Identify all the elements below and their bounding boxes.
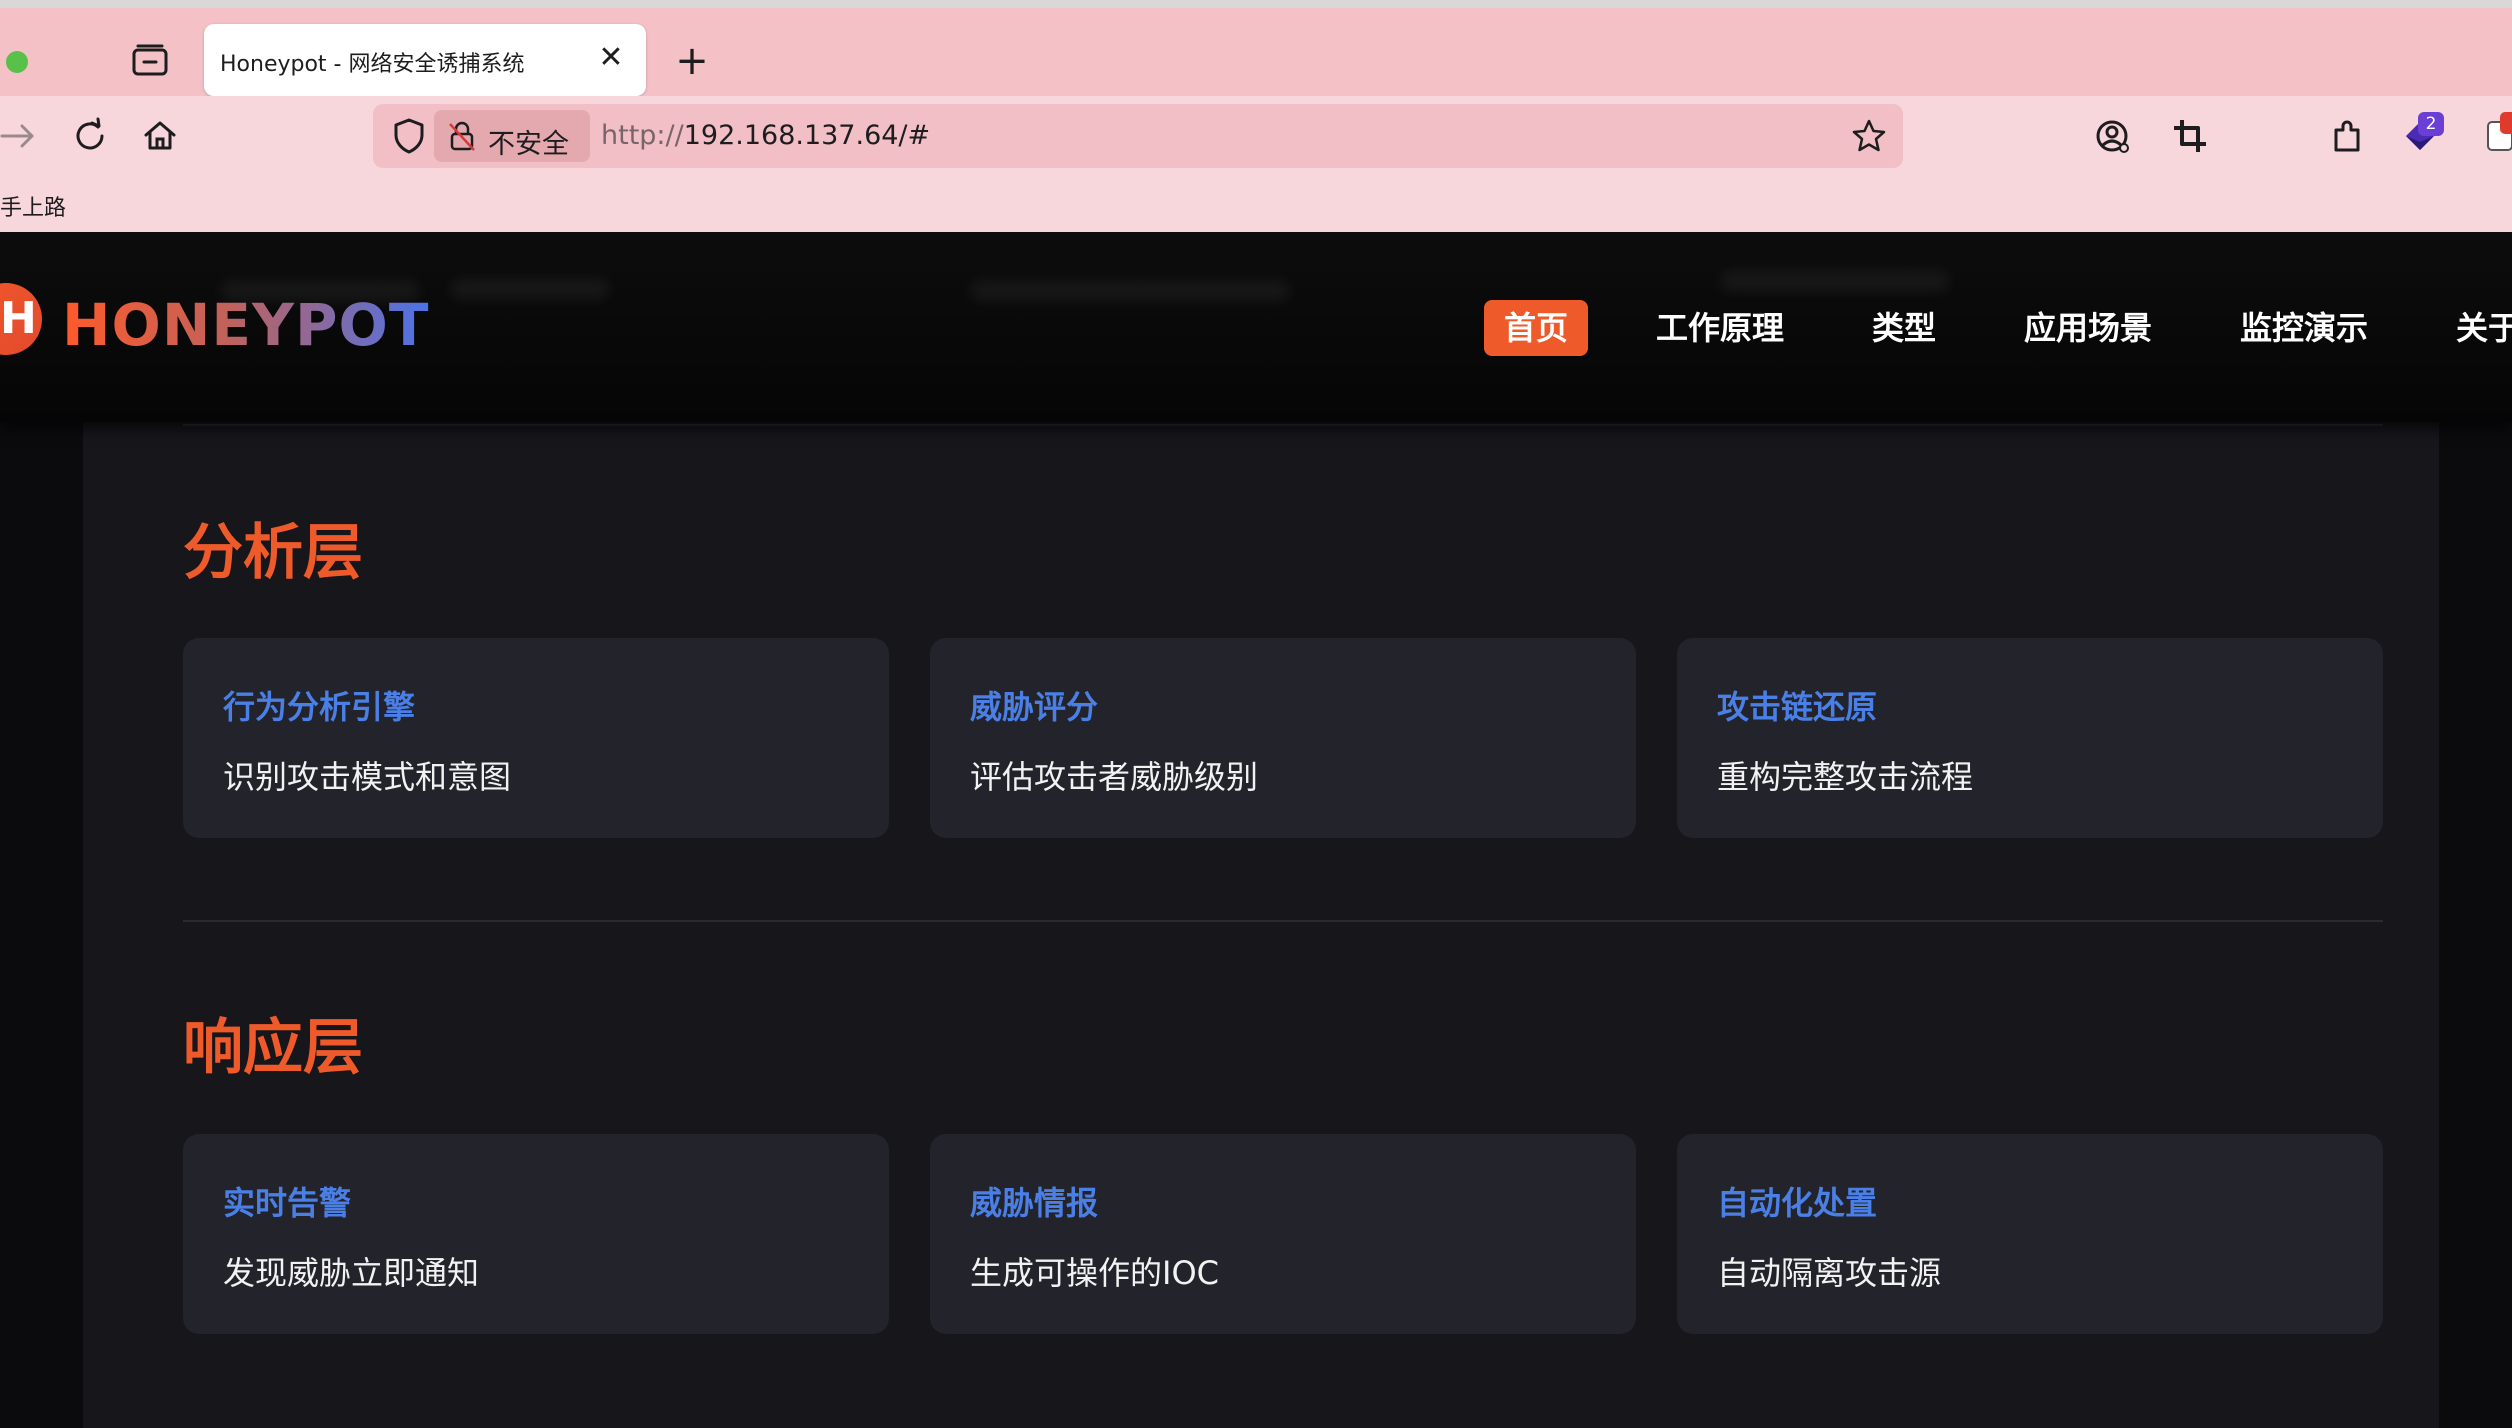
browser-tab-active[interactable]: Honeypot - 网络安全诱捕系统 ✕ xyxy=(204,24,646,96)
card-title: 攻击链还原 xyxy=(1717,688,1878,726)
tracking-protection-shield-icon[interactable] xyxy=(389,116,429,156)
bookmark-star-icon[interactable] xyxy=(1849,116,1889,156)
bookmark-item[interactable]: 手上路 xyxy=(0,190,66,222)
tab-strip: Honeypot - 网络安全诱捕系统 ✕ + xyxy=(0,8,2512,96)
layer-card: 威胁评分 评估攻击者威胁级别 xyxy=(930,638,1636,838)
layer-card: 行为分析引擎 识别攻击模式和意图 xyxy=(183,638,889,838)
layer-card: 实时告警 发现威胁立即通知 xyxy=(183,1134,889,1334)
url-text[interactable]: http://192.168.137.64/# xyxy=(601,120,930,151)
card-title: 实时告警 xyxy=(223,1184,352,1222)
layer-card: 威胁情报 生成可操作的IOC xyxy=(930,1134,1636,1334)
section-divider xyxy=(183,920,2383,922)
site-header: H HONEYPOT 首页 工作原理 类型 应用场景 监控演示 关于 xyxy=(0,232,2512,422)
card-description: 自动隔离攻击源 xyxy=(1717,1254,1942,1292)
extensions-puzzle-icon[interactable] xyxy=(2326,114,2370,158)
nav-item-types[interactable]: 类型 xyxy=(1872,300,1936,356)
tab-overview-icon[interactable] xyxy=(130,44,170,78)
insecure-label: 不安全 xyxy=(488,129,569,160)
extension-badge-count: 2 xyxy=(2418,112,2444,136)
window-zoom-button[interactable] xyxy=(6,51,28,73)
address-bar[interactable]: 不安全 http://192.168.137.64/# xyxy=(373,104,1903,168)
layer-title-response: 响应层 xyxy=(183,1013,363,1083)
nav-item-home[interactable]: 首页 xyxy=(1484,300,1589,356)
architecture-panel: 分析层 行为分析引擎 识别攻击模式和意图 威胁评分 评估攻击者威胁级别 攻击链还… xyxy=(83,422,2439,1428)
page-viewport: H HONEYPOT 首页 工作原理 类型 应用场景 监控演示 关于 分析层 行… xyxy=(0,232,2512,1428)
layer-card: 自动化处置 自动隔离攻击源 xyxy=(1677,1134,2383,1334)
browser-chrome: Honeypot - 网络安全诱捕系统 ✕ + 不安全 http://192.1… xyxy=(0,0,2512,232)
new-tab-button[interactable]: + xyxy=(672,36,712,86)
nav-item-about[interactable]: 关于 xyxy=(2456,300,2512,356)
forward-arrow-icon[interactable] xyxy=(0,114,44,158)
broken-lock-icon xyxy=(449,121,475,151)
crop-screenshot-icon[interactable] xyxy=(2168,114,2212,158)
card-title: 威胁情报 xyxy=(970,1184,1099,1222)
extension-badge-red xyxy=(2500,112,2512,134)
card-description: 发现威胁立即通知 xyxy=(223,1254,480,1292)
url-host: 192.168.137.64/# xyxy=(683,120,931,151)
card-title: 威胁评分 xyxy=(970,688,1099,726)
nav-item-use-cases[interactable]: 应用场景 xyxy=(2024,300,2152,356)
nav-item-monitoring-demo[interactable]: 监控演示 xyxy=(2240,300,2368,356)
blurred-header-content xyxy=(1720,270,1950,292)
main-nav: 首页 工作原理 类型 应用场景 监控演示 关于 xyxy=(0,300,2512,360)
layer-card: 攻击链还原 重构完整攻击流程 xyxy=(1677,638,2383,838)
nav-item-how-it-works[interactable]: 工作原理 xyxy=(1656,300,1784,356)
bookmarks-bar: 手上路 xyxy=(0,176,2512,232)
home-icon[interactable] xyxy=(138,114,182,158)
blurred-header-content xyxy=(450,278,610,300)
card-description: 重构完整攻击流程 xyxy=(1717,758,1974,796)
close-tab-icon[interactable]: ✕ xyxy=(594,38,628,78)
card-description: 生成可操作的IOC xyxy=(970,1254,1219,1292)
window-top-edge xyxy=(0,0,2512,8)
connection-insecure-indicator[interactable]: 不安全 xyxy=(434,110,590,162)
blurred-header-content xyxy=(970,280,1290,302)
card-description: 识别攻击模式和意图 xyxy=(223,758,512,796)
card-title: 行为分析引擎 xyxy=(223,688,416,726)
tab-title: Honeypot - 网络安全诱捕系统 xyxy=(220,52,525,77)
section-divider xyxy=(183,424,2383,426)
url-protocol: http:// xyxy=(601,120,684,151)
card-description: 评估攻击者威胁级别 xyxy=(970,758,1259,796)
card-title: 自动化处置 xyxy=(1717,1184,1878,1222)
layer-title-analysis: 分析层 xyxy=(183,518,363,588)
account-icon[interactable] xyxy=(2090,114,2134,158)
reload-icon[interactable] xyxy=(68,114,112,158)
